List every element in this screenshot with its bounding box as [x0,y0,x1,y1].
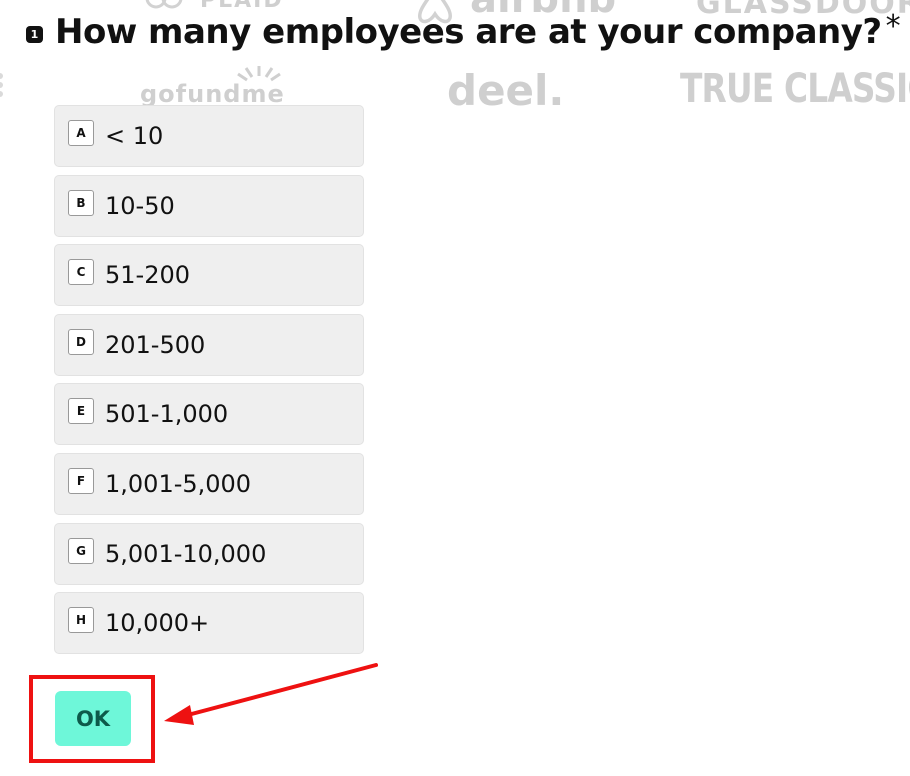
option-label: 201-500 [105,330,206,359]
option-f[interactable]: F 1,001-5,000 [54,452,364,515]
option-label: 51-200 [105,261,191,290]
option-key: E [68,398,94,425]
gofundme-logo: gofundme [140,80,285,108]
option-h[interactable]: H 10,000+ [54,592,364,655]
option-key: C [68,259,94,286]
option-label: 10-50 [105,191,175,220]
option-d[interactable]: D 201-500 [54,313,364,376]
option-label: 501-1,000 [105,400,229,429]
option-key: F [68,467,94,494]
question-text: How many employees are at your company? [55,12,882,52]
question-number-badge: 1 [26,25,43,43]
ok-button[interactable]: OK [55,691,131,746]
partial-logo-icon [0,73,3,97]
required-marker: * [885,8,901,44]
option-label: 10,000+ [105,609,210,638]
option-c[interactable]: C 51-200 [54,244,364,307]
option-key: D [68,328,94,355]
option-e[interactable]: E 501-1,000 [54,383,364,446]
deel-logo: deel. [447,66,565,115]
option-label: 1,001-5,000 [105,469,252,498]
option-key: A [68,120,94,146]
option-label: 5,001-10,000 [105,539,267,568]
annotation-arrow-icon [164,663,378,725]
option-b[interactable]: B 10-50 [54,174,364,237]
option-key: B [68,189,94,216]
question-heading: 1 How many employees are at your company… [26,8,901,52]
option-label: < 10 [105,122,164,150]
option-g[interactable]: G 5,001-10,000 [54,522,364,585]
option-key: H [68,607,94,634]
answer-options: A < 10 B 10-50 C 51-200 D 201-500 E 501-… [54,105,364,662]
option-key: G [68,537,94,564]
true-classic-logo: TRUE CLASSIC [680,66,910,112]
option-a[interactable]: A < 10 [54,105,364,167]
